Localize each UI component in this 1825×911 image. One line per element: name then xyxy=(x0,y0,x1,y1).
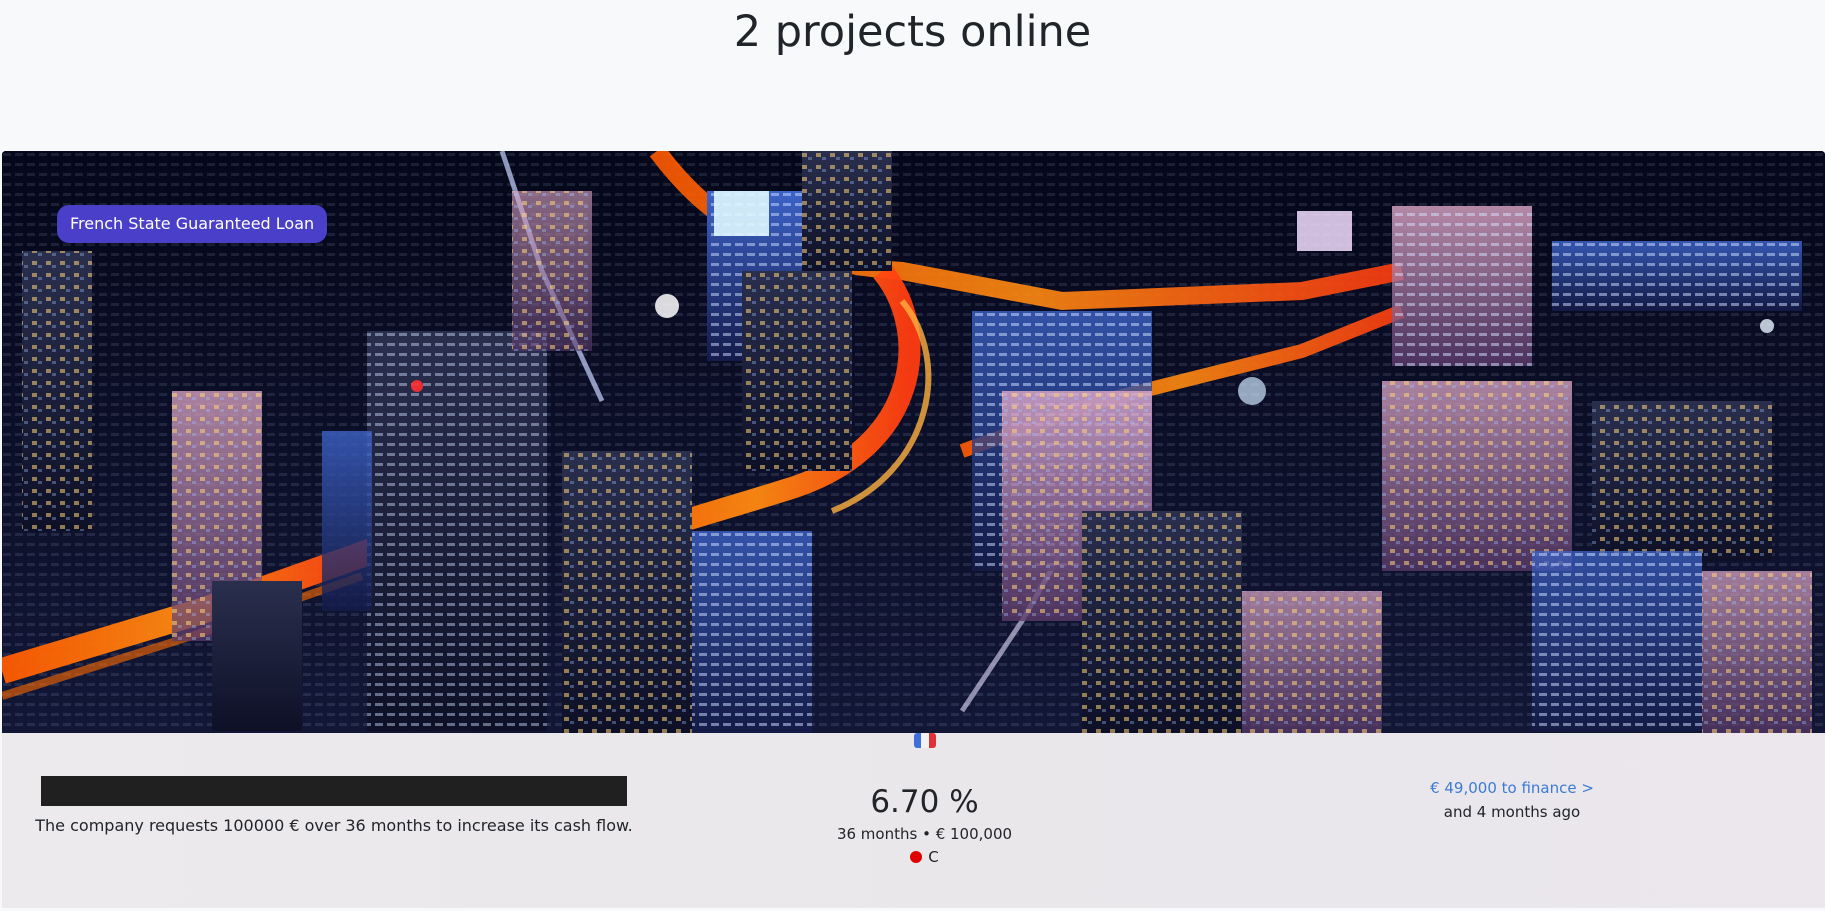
project-info-panel: The company requests 100000 € over 36 mo… xyxy=(2,733,1825,908)
interest-rate: 6.70 % xyxy=(870,784,979,820)
risk-grade-label: C xyxy=(928,848,939,866)
page-title: 2 projects online xyxy=(733,7,1092,57)
project-name-redacted xyxy=(41,776,627,806)
project-card[interactable]: French State Guaranteed Loan The company… xyxy=(2,151,1825,908)
loan-terms: 36 months • € 100,000 xyxy=(836,825,1013,843)
risk-dot-icon xyxy=(910,851,923,863)
time-remaining: and 4 months ago xyxy=(1443,803,1581,821)
city-night-aerial-image[interactable]: French State Guaranteed Loan xyxy=(2,151,1825,733)
category-badge: French State Guaranteed Loan xyxy=(57,205,328,243)
finance-link[interactable]: € 49,000 to finance > xyxy=(1352,777,1672,799)
rate-block: 6.70 % 36 months • € 100,000 C xyxy=(782,783,1067,867)
risk-grade: C xyxy=(782,847,1067,867)
finance-block: € 49,000 to finance > and 4 months ago xyxy=(1352,777,1672,823)
france-flag-icon xyxy=(914,733,936,748)
project-description: The company requests 100000 € over 36 mo… xyxy=(35,816,633,835)
